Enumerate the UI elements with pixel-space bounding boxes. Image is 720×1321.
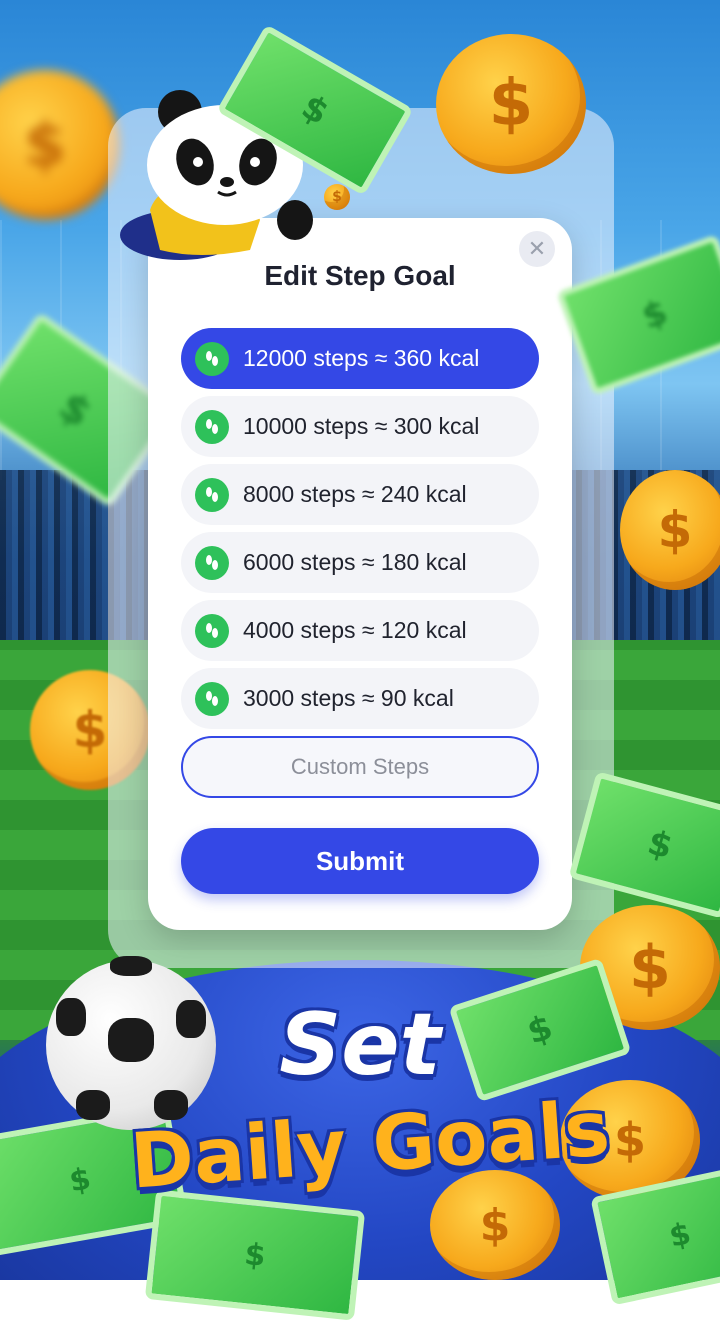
footprints-icon [195, 341, 229, 376]
custom-steps-field[interactable] [181, 736, 539, 798]
step-option-label: 8000 steps ≈ 240 kcal [243, 481, 467, 507]
dollar-bill-icon: $ [144, 1189, 366, 1321]
step-option-6000[interactable]: 6000 steps ≈ 180 kcal [181, 532, 539, 593]
step-option-10000[interactable]: 10000 steps ≈ 300 kcal [181, 396, 539, 457]
step-option-label: 10000 steps ≈ 300 kcal [243, 413, 480, 439]
step-option-label: 4000 steps ≈ 120 kcal [243, 617, 467, 643]
submit-button[interactable]: Submit [181, 828, 539, 894]
custom-steps-input[interactable] [198, 753, 522, 781]
coin-icon: $ [620, 470, 720, 590]
footprints-icon [195, 477, 229, 512]
footprints-icon [195, 681, 229, 716]
step-option-label: 6000 steps ≈ 180 kcal [243, 549, 467, 575]
coin-icon: $ [324, 184, 350, 210]
step-option-4000[interactable]: 4000 steps ≈ 120 kcal [181, 600, 539, 661]
coin-icon: $ [430, 1170, 560, 1280]
step-option-8000[interactable]: 8000 steps ≈ 240 kcal [181, 464, 539, 525]
step-option-label: 12000 steps ≈ 360 kcal [243, 345, 480, 371]
step-option-3000[interactable]: 3000 steps ≈ 90 kcal [181, 668, 539, 729]
footprints-icon [195, 613, 229, 648]
step-option-label: 3000 steps ≈ 90 kcal [243, 685, 454, 711]
step-goal-options: 12000 steps ≈ 360 kcal 10000 steps ≈ 300… [181, 328, 539, 736]
coin-icon: $ [436, 34, 586, 174]
footprints-icon [195, 545, 229, 580]
promo-headline-line1: Set [279, 995, 441, 1095]
step-option-12000[interactable]: 12000 steps ≈ 360 kcal [181, 328, 539, 389]
footprints-icon [195, 409, 229, 444]
edit-step-goal-dialog: ✕ Edit Step Goal 12000 steps ≈ 360 kcal … [148, 218, 572, 930]
close-icon: ✕ [527, 236, 547, 262]
